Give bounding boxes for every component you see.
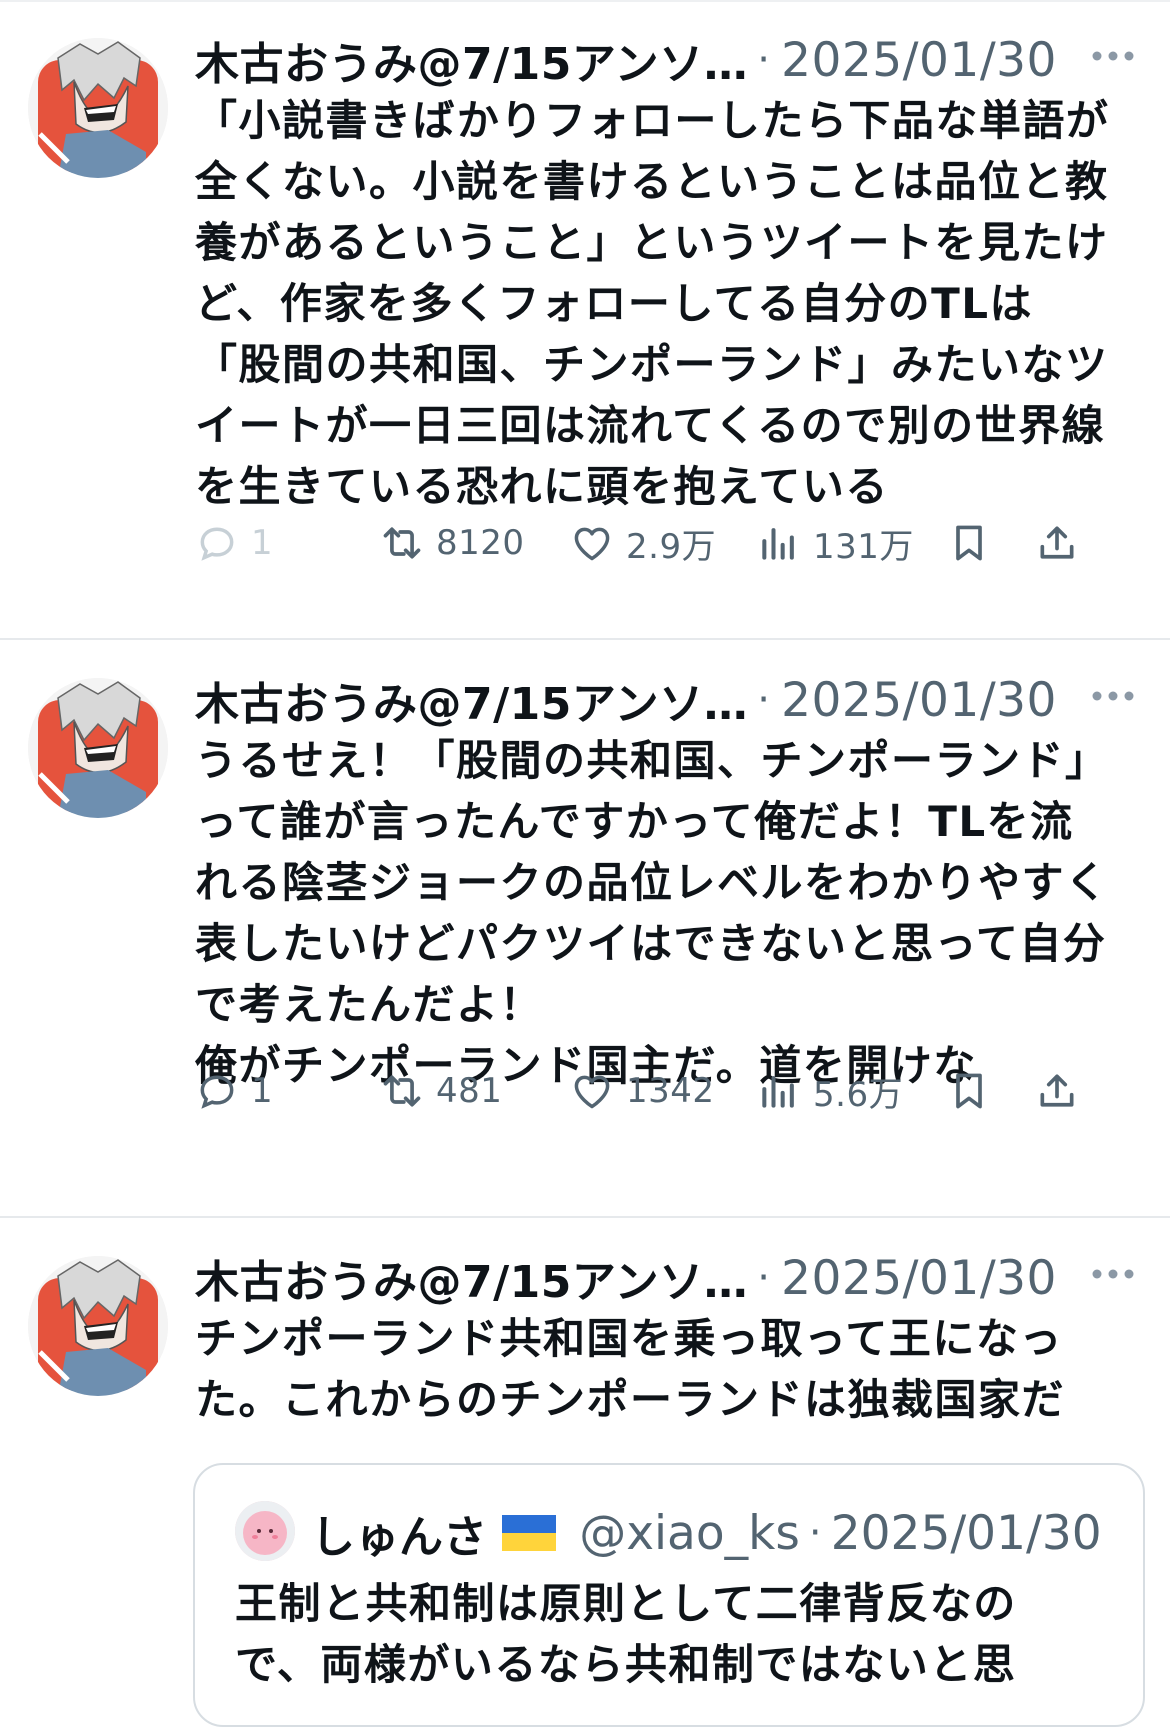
tweet-text: 「小説書きばかりフォローしたら下品な単語が 全くない。小説を書けるということは品… — [195, 96, 1110, 511]
repost-icon — [383, 527, 421, 559]
quoted-tweet[interactable]: しゅんさ @xiao_ks · 2025/01/30 王制と共和制は原則として二… — [193, 1463, 1145, 1727]
tweet-header: 木古おうみ@7/15アンソ… · 2025/01/30 — [195, 668, 1135, 730]
quoted-avatar[interactable] — [235, 1501, 295, 1561]
avatar[interactable] — [28, 678, 168, 818]
views-button[interactable]: 131万 — [757, 518, 914, 568]
separator: · — [808, 1510, 822, 1556]
reply-button[interactable]: 1 — [195, 518, 273, 568]
timestamp[interactable]: 2025/01/30 — [781, 673, 1057, 728]
share-icon — [1040, 526, 1074, 559]
like-button[interactable]: 2.9万 — [570, 518, 716, 568]
views-bar-chart-icon — [762, 528, 794, 560]
action-bar: 1 8120 2.9万 131万 — [195, 518, 1135, 568]
avatar[interactable] — [28, 1256, 168, 1396]
views-count: 131万 — [813, 526, 914, 567]
repost-button[interactable]: 481 — [380, 1066, 502, 1116]
views-count: 5.6万 — [813, 1074, 904, 1115]
quoted-text-line: で、両様がいるなら共和制ではないと思 — [235, 1640, 1017, 1689]
heart-icon — [574, 1075, 610, 1109]
timestamp[interactable]: 2025/01/30 — [781, 33, 1057, 88]
timestamp[interactable]: 2025/01/30 — [781, 1251, 1057, 1306]
ukraine-flag-icon — [502, 1515, 557, 1551]
repost-count: 481 — [436, 1071, 503, 1111]
share-button[interactable] — [1035, 1066, 1079, 1116]
tweet[interactable]: 木古おうみ@7/15アンソ… · 2025/01/30 チンポーランド共和国を乗… — [0, 1218, 1170, 1727]
author-name[interactable]: 木古おうみ@7/15アンソ… — [195, 28, 748, 92]
tweet-header: 木古おうみ@7/15アンソ… · 2025/01/30 — [195, 1246, 1135, 1308]
repost-button[interactable]: 8120 — [380, 518, 525, 568]
quoted-handle[interactable]: @xiao_ks — [579, 1506, 800, 1561]
reply-button[interactable]: 1 — [195, 1066, 273, 1116]
like-button[interactable]: 1342 — [570, 1066, 715, 1116]
separator: · — [757, 37, 770, 83]
like-count: 2.9万 — [626, 526, 717, 567]
separator: · — [757, 677, 770, 723]
quoted-avatar-illustration — [235, 1501, 295, 1561]
repost-icon — [383, 1075, 421, 1107]
reply-count: 1 — [251, 523, 274, 563]
tweet[interactable]: 木古おうみ@7/15アンソ… · 2025/01/30 うるせえ！「股間の共和国… — [0, 640, 1170, 1216]
bookmark-icon — [956, 525, 982, 561]
avatar-illustration — [28, 678, 168, 818]
tweet[interactable]: 木古おうみ@7/15アンソ… · 2025/01/30 「小説書きばかりフォロー… — [0, 0, 1170, 638]
views-bar-chart-icon — [762, 1076, 794, 1108]
tweet-text: チンポーランド共和国を乗っ取って王になっ た。これからのチンポーランドは独裁国家… — [195, 1314, 1066, 1424]
repost-count: 8120 — [436, 523, 525, 563]
avatar-illustration — [28, 1256, 168, 1396]
reply-icon — [200, 527, 234, 561]
share-button[interactable] — [1035, 518, 1079, 568]
separator: · — [757, 1255, 770, 1301]
tweet-header: 木古おうみ@7/15アンソ… · 2025/01/30 — [195, 28, 1135, 90]
author-name[interactable]: 木古おうみ@7/15アンソ… — [195, 668, 748, 732]
author-name[interactable]: 木古おうみ@7/15アンソ… — [195, 1246, 748, 1310]
tweet-text: うるせえ！「股間の共和国、チンポーランド」 って誰が言ったんですかって俺だよ！T… — [195, 736, 1109, 1090]
bookmark-icon — [956, 1073, 982, 1109]
avatar[interactable] — [28, 38, 168, 178]
bookmark-button[interactable] — [947, 518, 991, 568]
like-count: 1342 — [626, 1071, 715, 1111]
more-icon[interactable] — [1091, 1268, 1135, 1280]
views-button[interactable]: 5.6万 — [757, 1066, 903, 1116]
quoted-author-name[interactable]: しゅんさ — [311, 1501, 487, 1565]
action-bar: 1 481 1342 5.6万 — [195, 1066, 1135, 1116]
more-icon[interactable] — [1091, 50, 1135, 62]
reply-count: 1 — [251, 1071, 274, 1111]
reply-icon — [200, 1075, 234, 1109]
avatar-illustration — [28, 38, 168, 178]
share-icon — [1040, 1074, 1074, 1107]
bookmark-button[interactable] — [947, 1066, 991, 1116]
quoted-text-line: 王制と共和制は原則として二律背反なの — [235, 1579, 1017, 1628]
quoted-timestamp: 2025/01/30 — [830, 1505, 1102, 1561]
more-icon[interactable] — [1091, 690, 1135, 702]
quoted-header: しゅんさ @xiao_ks · 2025/01/30 — [311, 1501, 1102, 1564]
heart-icon — [574, 527, 610, 561]
